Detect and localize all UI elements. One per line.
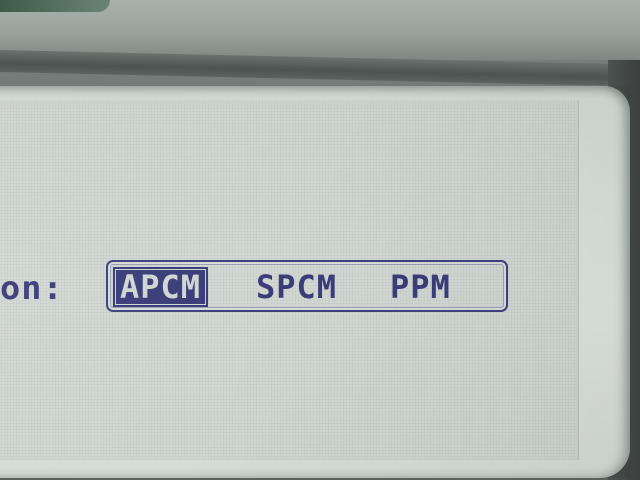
lcd-screen: on: APCM SPCM PPM (0, 86, 630, 478)
option-apcm[interactable]: APCM (112, 267, 209, 307)
device-casing-accent (0, 0, 110, 12)
device-photo: on: APCM SPCM PPM (0, 0, 640, 480)
option-ppm[interactable]: PPM (390, 270, 451, 304)
lcd-display-area: on: APCM SPCM PPM (0, 100, 579, 460)
option-spcm[interactable]: SPCM (256, 270, 337, 304)
modulation-field-label: on: (0, 269, 64, 307)
